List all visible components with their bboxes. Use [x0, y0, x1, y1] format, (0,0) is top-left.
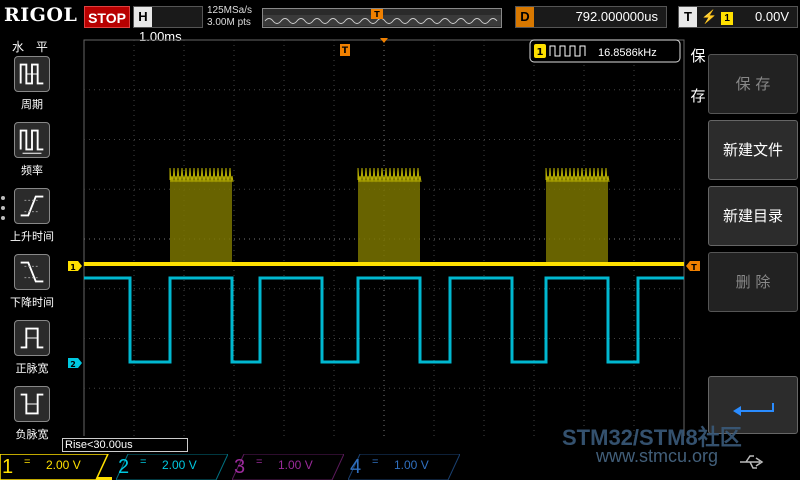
channel-2-scale: 2.00 V: [162, 458, 197, 472]
trigger-right-label: T: [691, 263, 697, 272]
ch1-marker-label: 1: [70, 263, 76, 272]
memory-trigger-marker: T: [374, 10, 380, 19]
brand-logo: RIGOL: [4, 4, 78, 26]
negative-width-icon: [14, 386, 50, 422]
rise-time-label: 上升时间: [10, 230, 54, 243]
memory-depth: 3.00M pts: [207, 17, 251, 28]
measure-positive-width-button[interactable]: 正脉宽: [4, 320, 60, 384]
channel-3-number: 3: [234, 456, 246, 478]
measurement-channel: 1: [537, 47, 544, 58]
trigger-readout[interactable]: T ⚡ 1 0.00V: [678, 6, 798, 28]
frequency-label: 频率: [21, 164, 43, 177]
channel-4-button[interactable]: 4 = 1.00 V: [348, 454, 460, 480]
measure-menu: 水 平 周期 频率 上升时间 下降时间 正脉宽 负脉宽: [0, 36, 62, 452]
save-menu: 保 存 保 存 新建文件 新建目录 删 除: [690, 36, 800, 452]
ch1-waveform: [84, 167, 684, 266]
new-folder-button[interactable]: 新建目录: [708, 186, 798, 246]
period-icon: [14, 56, 50, 92]
rise-time-icon: [14, 188, 50, 224]
channel-1-coupling-icon: =: [24, 456, 31, 468]
trigger-key: T: [679, 7, 697, 27]
measure-frequency-button[interactable]: 频率: [4, 122, 60, 186]
channel-4-number: 4: [350, 456, 362, 478]
channel-1-button[interactable]: 1 = 2.00 V: [0, 454, 112, 480]
trigger-edge-icon: ⚡: [701, 9, 718, 24]
watermark-url: www.stmcu.org: [596, 446, 719, 466]
frequency-icon: [14, 122, 50, 158]
top-status-bar: RIGOL STOP H1.00ms 125MSa/s 3.00M pts T …: [0, 0, 800, 44]
horizontal-key: H: [134, 7, 152, 27]
positive-width-label: 正脉宽: [15, 362, 49, 375]
delay-value: 792.000000us: [575, 9, 658, 24]
frequency-value: 16.8586kHz: [598, 47, 657, 59]
measure-rise-time-button[interactable]: 上升时间: [4, 188, 60, 252]
trigger-source: 1: [721, 12, 734, 25]
waveform-display[interactable]: 1 16.8586kHz T 1 2 T: [62, 36, 702, 436]
channel-3-coupling-icon: =: [256, 456, 263, 468]
rise-time-readout: Rise<30.00us: [62, 438, 188, 452]
memory-waveform-icon: T: [263, 9, 501, 26]
ch2-marker-label: 2: [70, 360, 76, 369]
channel-1-number: 1: [2, 456, 14, 478]
channel-3-scale: 1.00 V: [278, 458, 313, 472]
measure-period-button[interactable]: 周期: [4, 56, 60, 120]
run-stop-indicator[interactable]: STOP: [84, 6, 130, 28]
frequency-measurement[interactable]: 1 16.8586kHz: [529, 39, 681, 63]
fall-time-icon: [14, 254, 50, 290]
trigger-level-marker[interactable]: T: [686, 261, 700, 272]
menu-title-char-2: 存: [690, 87, 706, 105]
channel-1-scale: 2.00 V: [46, 458, 81, 472]
measure-negative-width-button[interactable]: 负脉宽: [4, 386, 60, 450]
channel-2-button[interactable]: 2 = 2.00 V: [116, 454, 228, 480]
delay-readout[interactable]: D 792.000000us: [515, 6, 667, 28]
channel-4-scale: 1.00 V: [394, 458, 429, 472]
memory-overview-bar[interactable]: T: [262, 8, 502, 28]
menu-title-char-1: 保: [690, 47, 706, 65]
negative-width-label: 负脉宽: [15, 428, 49, 441]
delay-key: D: [516, 7, 534, 27]
channel-2-number: 2: [118, 456, 130, 478]
channel-3-button[interactable]: 3 = 1.00 V: [232, 454, 344, 480]
acquisition-info: 125MSa/s 3.00M pts: [207, 5, 252, 29]
sample-rate: 125MSa/s: [207, 5, 253, 16]
period-label: 周期: [21, 98, 43, 111]
usb-icon: [740, 455, 764, 469]
save-button[interactable]: 保 存: [708, 54, 798, 114]
menu-title: 水 平: [12, 40, 52, 54]
measure-fall-time-button[interactable]: 下降时间: [4, 254, 60, 318]
ch1-offset-marker[interactable]: 1: [68, 261, 82, 272]
delete-button[interactable]: 删 除: [708, 252, 798, 312]
timebase-readout[interactable]: H1.00ms: [133, 6, 203, 44]
positive-width-icon: [14, 320, 50, 356]
ch2-offset-marker[interactable]: 2: [68, 358, 82, 369]
new-file-button[interactable]: 新建文件: [708, 120, 798, 180]
channel-2-coupling-icon: =: [140, 456, 147, 468]
trigger-level: 0.00V: [755, 9, 789, 24]
trigger-top-label: T: [342, 46, 349, 56]
fall-time-label: 下降时间: [10, 296, 54, 309]
trigger-position-marker[interactable]: T: [340, 38, 388, 56]
channel-4-coupling-icon: =: [372, 456, 379, 468]
